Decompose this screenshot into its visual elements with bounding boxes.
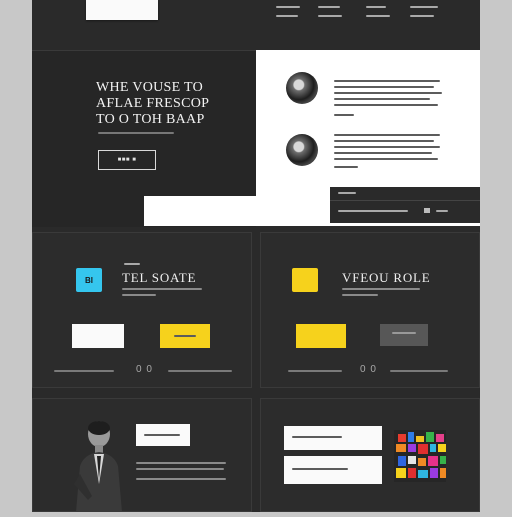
feature-2-pager[interactable]: 0 0 [360,364,377,375]
feature-1-desc [122,288,202,290]
profile-desc [136,468,224,470]
profile-card [32,398,252,512]
testimonial-1-author [334,114,354,116]
form-label [338,192,356,194]
testimonial-2-line [334,158,438,160]
gallery-input-2-placeholder [292,468,348,470]
gallery-input-2[interactable] [284,456,382,484]
testimonial-1-line [334,92,442,94]
feature-2-badge [292,268,318,292]
feature-1-secondary-label [174,335,196,337]
profile-desc [136,478,226,480]
testimonial-2-line [334,152,432,154]
feature-1-kicker [124,263,140,265]
nav-link-4[interactable] [410,6,438,8]
nav-link-1-sub [276,15,298,17]
form-submit-icon[interactable] [424,208,430,213]
gallery-input-1[interactable] [284,426,382,450]
feature-2-title: VFEOU ROLE [342,270,431,285]
hero-cta-button[interactable]: ■■■ ■ [98,150,156,170]
testimonial-1-line [334,80,440,82]
feature-2-footer-text [288,370,342,372]
profile-desc [136,462,226,464]
avatar-icon [286,134,318,166]
nav-link-2[interactable] [318,6,340,8]
feature-1-secondary-button[interactable] [160,324,210,348]
profile-photo [70,414,128,512]
feature-1-footer-text-2 [168,370,232,372]
top-search-card[interactable] [86,0,158,20]
feature-1-primary-button[interactable] [72,324,124,348]
feature-1-desc [122,294,156,296]
hero-title-line-1: WHE VOUSE TO [96,80,204,95]
feature-2-footer-text-2 [390,370,448,372]
feature-2-desc [342,294,378,296]
profile-input-placeholder [144,434,180,436]
feature-2-secondary-label [392,332,416,334]
testimonial-2-line [334,146,440,148]
feature-1-title: TEL SOATE [122,270,197,285]
hero-title-line-3: TO O TOH BAAP [96,112,205,127]
nav-link-4-sub [410,15,434,17]
form-submit-label [436,210,448,212]
form-input-placeholder [338,210,408,212]
testimonial-2-line [334,134,440,136]
hero-cta-label: ■■■ ■ [117,157,137,163]
feature-2-desc [342,288,420,290]
avatar-icon [286,72,318,104]
mosaic-image [394,430,446,482]
testimonial-2-line [334,140,434,142]
feature-1-badge: BI [76,268,102,292]
nav-link-3-sub [366,15,390,17]
gallery-input-1-placeholder [292,436,342,438]
testimonial-1-line [334,104,438,106]
feature-1-footer-text [54,370,114,372]
feature-2-secondary-button[interactable] [380,324,428,346]
hero-footer-strip [144,196,256,226]
nav-link-3[interactable] [366,6,386,8]
hero-title: WHE VOUSE TO AFLAE FRESCOP TO O TOH BAAP [96,80,246,128]
feature-1-badge-text: BI [85,275,93,285]
person-icon [74,421,122,512]
hero-underline [98,132,174,134]
hero-title-line-2: AFLAE FRESCOP [96,96,210,111]
testimonial-2-author [334,166,358,168]
feature-2-primary-button[interactable] [296,324,346,348]
testimonial-1-line [334,98,430,100]
nav-link-2-sub [318,15,342,17]
feature-1-pager[interactable]: 0 0 [136,364,153,375]
gallery-card [260,398,480,512]
testimonial-1-line [334,86,434,88]
mosaic-icon [394,430,446,482]
nav-link-1[interactable] [276,6,300,8]
profile-input[interactable] [136,424,190,446]
